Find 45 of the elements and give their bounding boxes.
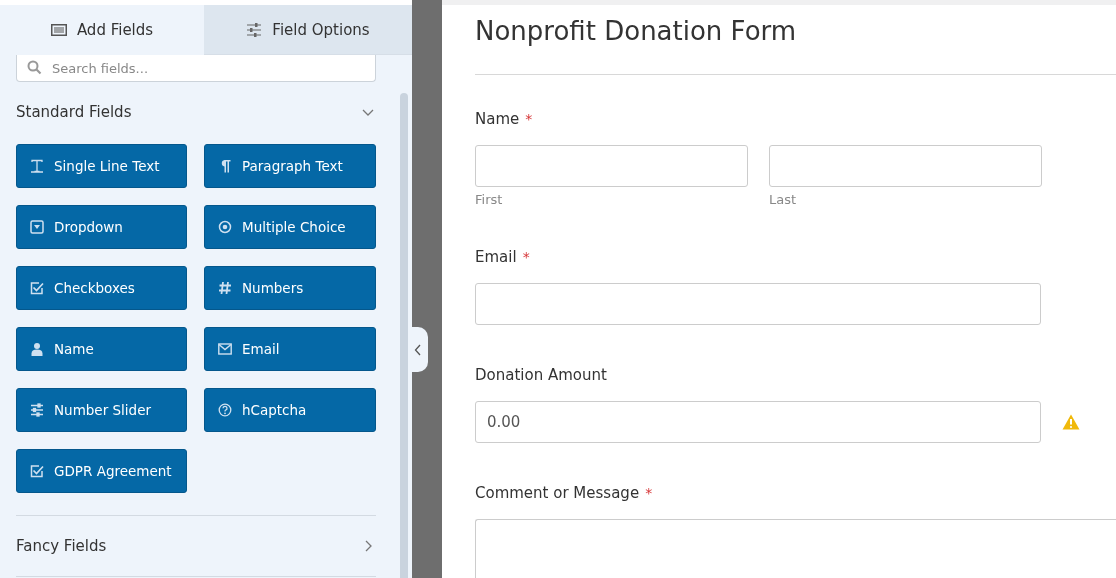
form-title: Nonprofit Donation Form — [475, 15, 798, 48]
field-label: Donation Amount — [475, 365, 607, 385]
field-button[interactable]: Numbers — [204, 266, 376, 310]
sliders-icon — [246, 22, 263, 37]
checkbox-icon — [30, 281, 44, 295]
section-title: Fancy Fields — [16, 537, 107, 555]
input-field[interactable] — [769, 145, 1042, 187]
field-button[interactable]: Checkboxes — [16, 266, 187, 310]
search-icon — [27, 60, 42, 75]
field-button[interactable]: Multiple Choice — [204, 205, 376, 249]
field-button[interactable]: Dropdown — [16, 205, 187, 249]
required-mark: * — [522, 248, 530, 267]
section-title: Standard Fields — [16, 103, 132, 121]
scrollbar-thumb[interactable] — [400, 93, 408, 578]
required-mark: * — [645, 484, 653, 503]
field-label: Name — [475, 109, 520, 129]
text-icon — [30, 159, 44, 173]
chevron-icon — [414, 343, 422, 356]
input-field[interactable]: 0.00 — [475, 401, 1041, 443]
field-label: Email — [475, 247, 517, 267]
required-mark: * — [525, 110, 533, 129]
panel-tab[interactable]: Field Options — [204, 5, 412, 55]
search-field[interactable]: Search fields... — [16, 55, 376, 82]
field-button[interactable]: Single Line Text — [16, 144, 187, 188]
field-button[interactable]: GDPR Agreement — [16, 449, 187, 493]
sublabel: Last — [769, 192, 798, 207]
field-label: Comment or Message — [475, 483, 640, 503]
input-field[interactable] — [475, 145, 748, 187]
field-button[interactable]: Number Slider — [16, 388, 187, 432]
hash-icon — [218, 281, 232, 295]
list-icon — [50, 23, 67, 36]
dropdown-icon — [30, 220, 44, 234]
field-button[interactable]: Email — [204, 327, 376, 371]
question-icon — [218, 403, 232, 417]
checkbox-icon — [30, 464, 44, 478]
field-button[interactable]: hCaptcha — [204, 388, 376, 432]
field-button[interactable]: Paragraph Text — [204, 144, 376, 188]
sublabel: First — [475, 192, 504, 207]
envelope-icon — [218, 342, 232, 356]
person-icon — [30, 342, 44, 356]
field-button[interactable]: Name — [16, 327, 187, 371]
text-area[interactable] — [475, 519, 1116, 578]
radio-icon — [218, 220, 232, 234]
sliders-icon — [30, 403, 44, 417]
input-field[interactable] — [475, 283, 1041, 325]
